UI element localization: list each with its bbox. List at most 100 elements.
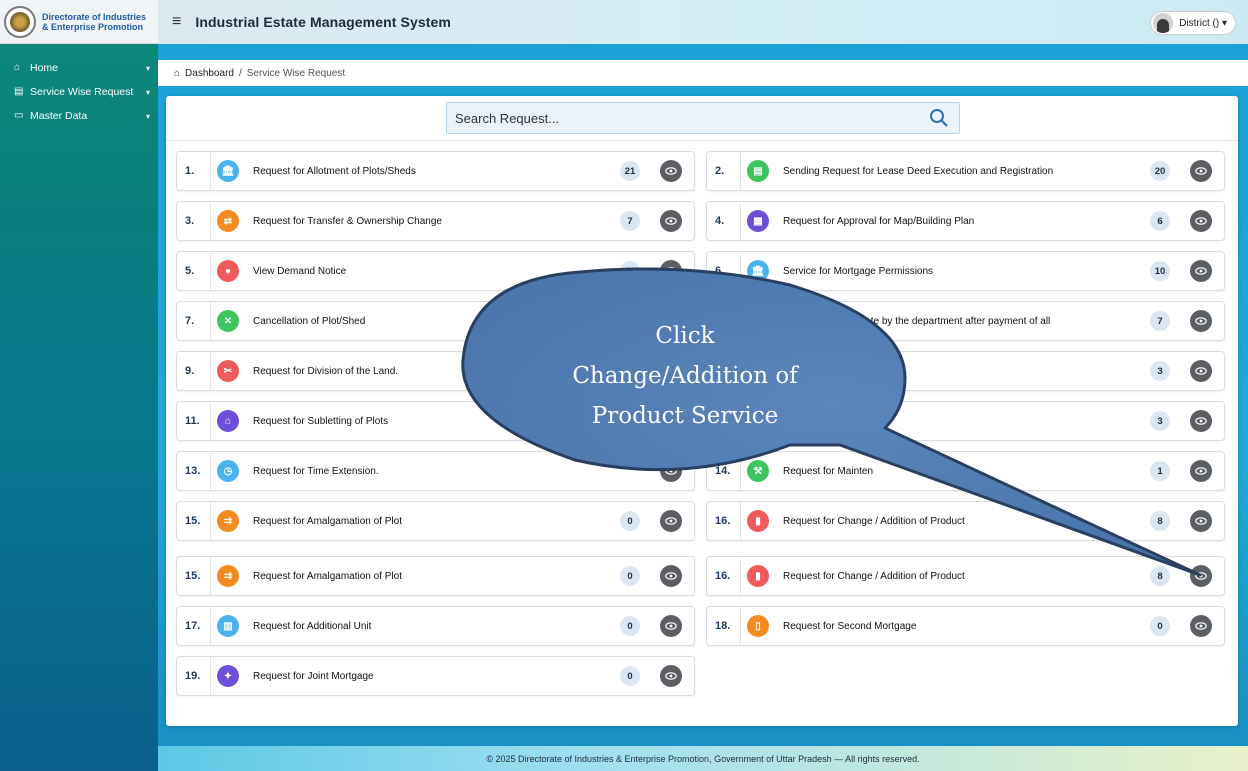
search-icon[interactable] <box>919 108 959 128</box>
service-card[interactable]: 16. ▮ Request for Change / Addition of Pro… <box>706 501 1225 541</box>
view-button[interactable] <box>660 210 682 232</box>
service-card[interactable]: 14. ⚒ Request for Mainten 1 <box>706 451 1225 491</box>
breadcrumb-current: Service Wise Request <box>246 67 346 79</box>
view-button[interactable] <box>1190 210 1212 232</box>
service-number: 7. <box>177 302 211 340</box>
wrench-icon: ⚒ <box>747 460 769 482</box>
service-card[interactable]: 13. ◷ Request for Time Extension. <box>176 451 695 491</box>
callout-line-1: Click <box>655 323 715 349</box>
service-number: 18. <box>707 607 741 645</box>
scissors-icon: ✂ <box>217 360 239 382</box>
document-icon: ▤ <box>747 160 769 182</box>
view-button[interactable] <box>1190 510 1212 532</box>
service-title: View Demand Notice <box>253 265 347 277</box>
view-button[interactable] <box>660 565 682 587</box>
home-icon: ⌂ <box>174 67 181 79</box>
service-title: Request for Additional Unit <box>253 620 372 632</box>
service-number: 14. <box>707 452 741 490</box>
view-button[interactable] <box>660 510 682 532</box>
count-badge: 0 <box>620 566 640 586</box>
chevron-down-icon: ▾ <box>145 63 150 73</box>
search-bar[interactable] <box>446 102 960 134</box>
service-card[interactable]: 2. ▤ Sending Request for Lease Deed Execut… <box>706 151 1225 191</box>
eye-icon <box>665 517 677 525</box>
bank-icon: 🏛 <box>217 160 239 182</box>
sidebar-item-service-wise-request[interactable]: ▤ Service Wise Request ▾ <box>0 80 158 104</box>
count-badge: 8 <box>1150 511 1170 531</box>
search-input[interactable] <box>455 110 919 126</box>
service-number: 6. <box>707 252 741 290</box>
service-number: 1. <box>177 152 211 190</box>
eye-icon <box>665 622 677 630</box>
callout-line-2: Change/Addition of <box>572 363 798 389</box>
eye-icon <box>665 672 677 680</box>
view-button[interactable] <box>1190 615 1212 637</box>
product-icon: ▮ <box>747 565 769 587</box>
app-title: Industrial Estate Management System <box>195 14 451 30</box>
view-button[interactable] <box>1190 410 1212 432</box>
eye-icon <box>1195 167 1207 175</box>
count-badge: 1 <box>1150 461 1170 481</box>
hamburger-menu-icon[interactable]: ≡ <box>172 13 181 31</box>
service-title: Request for Allotment of Plots/Sheds <box>253 165 416 177</box>
service-card[interactable]: 19. ✦ Request for Joint Mortgage 0 <box>176 656 695 696</box>
count-badge: 3 <box>1150 361 1170 381</box>
count-badge: 21 <box>620 161 640 181</box>
sidebar-item-label: Service Wise Request <box>30 86 134 98</box>
merge-icon: ⇉ <box>217 510 239 532</box>
count-badge: 0 <box>620 666 640 686</box>
view-button[interactable] <box>1190 565 1212 587</box>
breadcrumb-separator: / <box>238 67 242 79</box>
eye-icon <box>1195 572 1207 580</box>
service-card[interactable]: 18. ▯ Request for Second Mortgage 0 <box>706 606 1225 646</box>
eye-icon <box>1195 217 1207 225</box>
count-badge: 0 <box>1150 616 1170 636</box>
service-number: 16. <box>707 502 741 540</box>
file-icon: ▤ <box>14 86 24 97</box>
service-card[interactable]: 3. ⇄ Request for Transfer & Ownership Chan… <box>176 201 695 241</box>
service-title: Request for Approval for Map/Building Pl… <box>783 215 975 227</box>
view-button[interactable] <box>660 615 682 637</box>
handshake-icon: ✦ <box>217 665 239 687</box>
service-card[interactable]: 1. 🏛 Request for Allotment of Plots/Sheds 2… <box>176 151 695 191</box>
view-button[interactable] <box>660 160 682 182</box>
chevron-down-icon: ▾ <box>145 111 150 121</box>
count-badge: 6 <box>1150 211 1170 231</box>
emblem-logo <box>4 5 36 38</box>
service-card[interactable]: 5. ● View Demand Notice 62 <box>176 251 695 291</box>
view-button[interactable] <box>1190 460 1212 482</box>
user-label: District () ▾ <box>1179 17 1227 29</box>
map-icon: ▦ <box>747 210 769 232</box>
view-button[interactable] <box>660 260 682 282</box>
service-number: 5. <box>177 252 211 290</box>
eye-icon <box>665 217 677 225</box>
top-bar: ≡ Industrial Estate Management System Di… <box>158 0 1248 44</box>
user-dropdown[interactable]: District () ▾ <box>1150 11 1236 35</box>
count-badge: 10 <box>1150 261 1170 281</box>
breadcrumb-dashboard[interactable]: Dashboard <box>185 68 234 79</box>
sidebar-item-master-data[interactable]: ▭ Master Data ▾ <box>0 104 158 128</box>
count-badge: 0 <box>620 616 640 636</box>
service-card[interactable]: 16. ▮ Request for Change / Addition of Pro… <box>706 556 1225 596</box>
service-card[interactable]: 15. ⇉ Request for Amalgamation of Plot 0 <box>176 501 695 541</box>
service-title: Request for Joint Mortgage <box>253 670 374 682</box>
service-title: Request for Amalgamation of Plot <box>253 570 402 582</box>
chevron-down-icon: ▾ <box>145 87 150 97</box>
eye-icon <box>665 572 677 580</box>
view-button[interactable] <box>1190 260 1212 282</box>
view-button[interactable] <box>1190 310 1212 332</box>
brand-line-2: & Enterprise Promotion <box>42 21 144 32</box>
view-button[interactable] <box>1190 360 1212 382</box>
service-title: Sending Request for Lease Deed Execution… <box>783 165 1054 177</box>
view-button[interactable] <box>660 665 682 687</box>
service-card[interactable]: 15. ⇉ Request for Amalgamation of Plot 0 <box>176 556 695 596</box>
service-card[interactable]: 4. ▦ Request for Approval for Map/Building… <box>706 201 1225 241</box>
service-card[interactable]: 6. 🏛 Service for Mortgage Permissions 10 <box>706 251 1225 291</box>
view-button[interactable] <box>660 460 682 482</box>
service-number: 15. <box>177 557 211 595</box>
view-button[interactable] <box>1190 160 1212 182</box>
sidebar-item-home[interactable]: ⌂ Home ▾ <box>0 56 158 80</box>
service-card[interactable]: 17. ▥ Request for Additional Unit 0 <box>176 606 695 646</box>
service-number: 16. <box>707 557 741 595</box>
count-badge: 7 <box>620 211 640 231</box>
